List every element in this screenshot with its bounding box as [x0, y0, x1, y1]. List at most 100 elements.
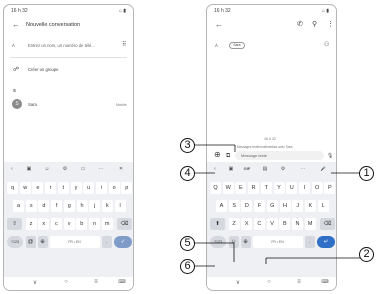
key[interactable]: q — [7, 182, 18, 194]
emoji-key[interactable]: ☺ — [228, 236, 239, 248]
space-key[interactable]: FR • EN — [49, 236, 100, 248]
clipboard-icon[interactable]: ▣ — [25, 166, 33, 172]
more-icon[interactable]: ⋯ — [299, 166, 307, 172]
period-key[interactable]: . — [304, 236, 315, 248]
key[interactable]: t — [57, 182, 69, 194]
attach-media-icon[interactable]: ⧉ — [226, 152, 230, 160]
key[interactable]: u — [83, 182, 95, 194]
key[interactable]: F — [254, 200, 266, 212]
key[interactable]: O — [311, 182, 323, 194]
recents-icon[interactable]: ≡ — [294, 279, 304, 285]
key[interactable]: W — [222, 182, 234, 194]
key[interactable]: C — [253, 218, 265, 230]
key[interactable]: Y — [273, 182, 285, 194]
create-group-button[interactable]: Créer un groupe — [28, 67, 59, 72]
key[interactable]: M — [304, 218, 316, 230]
language-key[interactable]: ⊕ — [37, 236, 48, 248]
add-icon[interactable]: ⊕ — [214, 151, 221, 159]
key[interactable]: J — [292, 200, 304, 212]
keyboard-switch-icon[interactable]: ⌨ — [117, 279, 127, 285]
contact-name[interactable]: Sara — [28, 102, 37, 107]
key[interactable]: d — [38, 200, 50, 212]
shift-key[interactable]: ⬆ — [210, 218, 225, 230]
key[interactable]: f — [51, 200, 63, 212]
keyboard-switch-icon[interactable]: ⌨ — [320, 279, 330, 285]
hide-keyboard-icon[interactable]: ∨ — [30, 279, 40, 286]
backspace-key[interactable]: ⌫ — [320, 218, 335, 230]
mic-off-icon[interactable]: ✕ — [117, 166, 125, 172]
language-key[interactable]: ⊕ — [240, 236, 251, 248]
shift-key[interactable]: ⇧ — [7, 218, 22, 230]
key[interactable]: l — [114, 200, 126, 212]
done-key[interactable]: ✓ — [114, 236, 132, 248]
key[interactable]: S — [228, 200, 240, 212]
more-options-icon[interactable]: ⋮ — [327, 21, 334, 29]
dialpad-icon[interactable]: ⠿ — [122, 41, 126, 49]
key[interactable]: T — [260, 182, 272, 194]
enter-key[interactable]: ↵ — [317, 236, 335, 248]
key[interactable]: H — [279, 200, 291, 212]
key[interactable]: Z — [228, 218, 240, 230]
key[interactable]: L — [317, 200, 329, 212]
key[interactable]: o — [108, 182, 120, 194]
message-input[interactable]: Message texte — [235, 151, 324, 160]
key[interactable]: G — [266, 200, 278, 212]
key[interactable]: V — [266, 218, 278, 230]
key[interactable]: y — [70, 182, 82, 194]
key[interactable]: c — [50, 218, 62, 230]
period-key[interactable]: . — [101, 236, 112, 248]
key[interactable]: h — [76, 200, 88, 212]
key[interactable]: s — [25, 200, 37, 212]
add-person-icon[interactable]: ⚇ — [324, 41, 329, 49]
gif-button[interactable]: GIF — [243, 166, 251, 171]
key[interactable]: g — [63, 200, 75, 212]
emoji-icon[interactable]: ☺ — [43, 166, 51, 172]
keyboard-toolbar-back-icon[interactable]: ‹ — [211, 166, 219, 172]
keyboard-toolbar-back-icon[interactable]: ‹ — [8, 166, 16, 172]
more-icon[interactable]: ⋯ — [97, 166, 105, 172]
clipboard-icon[interactable]: ▣ — [227, 166, 235, 172]
microphone-icon[interactable]: 🎙 — [327, 152, 333, 160]
key[interactable]: v — [63, 218, 75, 230]
recents-icon[interactable]: ≡ — [91, 279, 101, 285]
clipboard-list-icon[interactable]: ▤ — [261, 166, 269, 172]
key[interactable]: a — [13, 200, 24, 212]
recipient-input[interactable]: Entrez un nom, un numéro de télé... — [28, 43, 95, 48]
key[interactable]: b — [76, 218, 88, 230]
key[interactable]: D — [241, 200, 253, 212]
key[interactable]: k — [101, 200, 113, 212]
key[interactable]: A — [216, 200, 227, 212]
key[interactable]: R — [248, 182, 260, 194]
key[interactable]: e — [32, 182, 44, 194]
key[interactable]: B — [279, 218, 291, 230]
back-arrow-icon[interactable]: ← — [215, 21, 223, 29]
key[interactable]: E — [235, 182, 247, 194]
symbols-key[interactable]: ?123 — [7, 236, 23, 248]
call-icon[interactable]: ✆ — [297, 21, 303, 29]
key[interactable]: w — [19, 182, 31, 194]
key[interactable]: j — [89, 200, 101, 212]
symbols-key[interactable]: ?123 — [210, 236, 226, 248]
key[interactable]: Q — [210, 182, 221, 194]
key[interactable]: K — [304, 200, 316, 212]
home-icon[interactable]: ○ — [61, 279, 71, 285]
key[interactable]: m — [101, 218, 113, 230]
key[interactable]: p — [121, 182, 133, 194]
voice-input-icon[interactable]: 🎤 — [319, 166, 327, 171]
search-icon[interactable]: ⚲ — [312, 21, 317, 29]
at-key[interactable]: @ — [25, 236, 36, 248]
key[interactable]: U — [286, 182, 298, 194]
home-icon[interactable]: ○ — [264, 279, 274, 285]
key[interactable]: I — [298, 182, 310, 194]
key[interactable]: n — [89, 218, 100, 230]
key[interactable]: r — [45, 182, 57, 194]
backspace-key[interactable]: ⌫ — [117, 218, 132, 230]
settings-icon[interactable]: ⚙ — [61, 166, 69, 172]
key[interactable]: X — [241, 218, 253, 230]
recipient-chip[interactable]: Sara — [229, 42, 245, 49]
settings-icon[interactable]: ⚙ — [279, 166, 287, 172]
key[interactable]: P — [324, 182, 336, 194]
key[interactable]: x — [38, 218, 50, 230]
key[interactable]: z — [25, 218, 37, 230]
key[interactable]: i — [95, 182, 107, 194]
